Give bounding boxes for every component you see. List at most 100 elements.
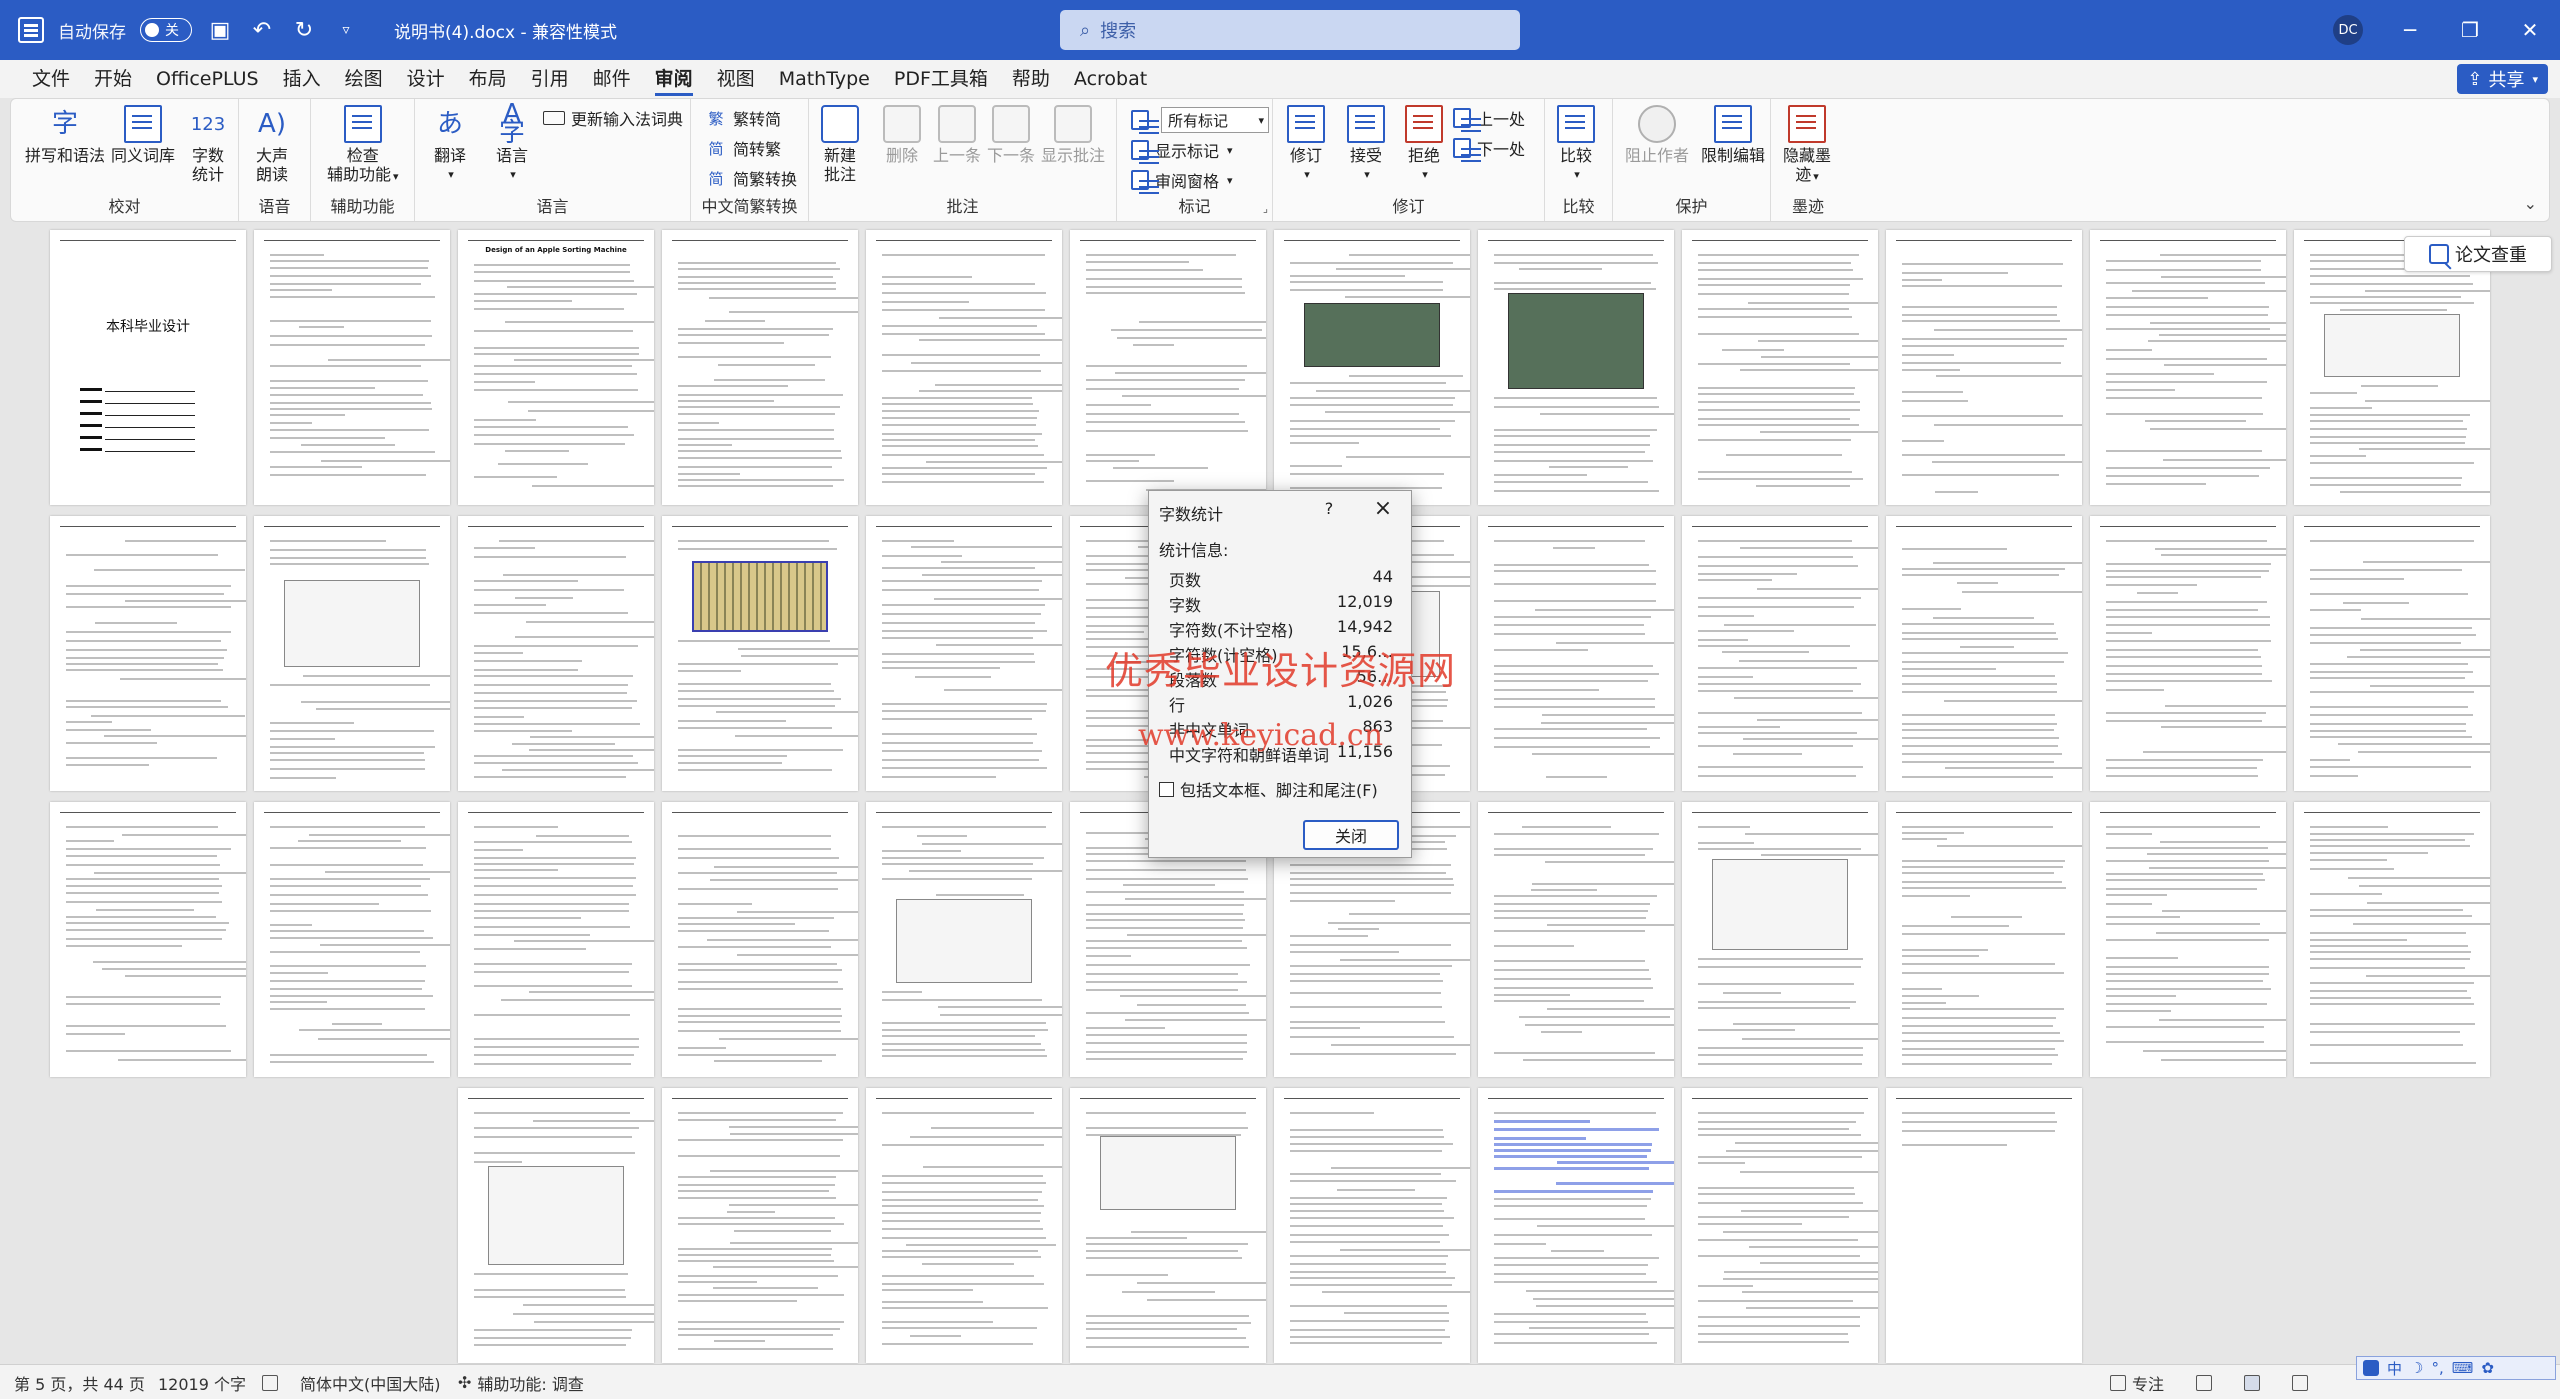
tab-review[interactable]: 审阅: [643, 60, 705, 98]
ime-skin-icon[interactable]: ✿: [2481, 1359, 2494, 1377]
translate-button[interactable]: あ 翻译 ▾: [431, 105, 469, 184]
restrict-editing-button[interactable]: 限制编辑: [1701, 105, 1765, 165]
page-thumbnail[interactable]: [2294, 516, 2490, 791]
share-button[interactable]: ⇪ 共享 ▾: [2457, 64, 2548, 94]
page-thumbnail[interactable]: [50, 516, 246, 791]
next-comment-button[interactable]: 下一条: [987, 105, 1035, 165]
show-comments-button[interactable]: 显示批注: [1041, 105, 1105, 165]
compare-button[interactable]: 比较 ▾: [1557, 105, 1595, 184]
ime-moon-icon[interactable]: ☽: [2410, 1359, 2423, 1377]
page-thumbnail[interactable]: [1682, 230, 1878, 505]
previous-comment-button[interactable]: 上一条: [933, 105, 981, 165]
reject-button[interactable]: 拒绝 ▾: [1405, 105, 1443, 184]
page-thumbnail[interactable]: [1478, 1088, 1674, 1363]
close-dialog-button[interactable]: 关闭: [1303, 820, 1399, 850]
page-thumbnail[interactable]: [1682, 802, 1878, 1077]
proofing-status-icon[interactable]: [262, 1365, 278, 1399]
page-thumbnail[interactable]: [1886, 1088, 2082, 1363]
ribbon-collapse-icon[interactable]: ⌄: [2524, 194, 2537, 213]
language-indicator[interactable]: 简体中文(中国大陆): [300, 1365, 441, 1399]
focus-mode-button[interactable]: 专注: [2110, 1365, 2164, 1399]
page-thumbnail[interactable]: [866, 1088, 1062, 1363]
convert-chinese-button[interactable]: 简 简繁转换: [705, 165, 797, 191]
page-thumbnail[interactable]: [1478, 516, 1674, 791]
markup-select[interactable]: 所有标记 ▾: [1161, 107, 1269, 133]
tab-mailings[interactable]: 邮件: [581, 60, 643, 98]
accept-button[interactable]: 接受 ▾: [1347, 105, 1385, 184]
page-thumbnail[interactable]: [458, 802, 654, 1077]
plagiarism-check-button[interactable]: 论文查重: [2404, 236, 2552, 272]
next-change-button[interactable]: 下一处: [1453, 135, 1525, 161]
tab-pdf-toolbox[interactable]: PDF工具箱: [882, 60, 1000, 98]
accessibility-indicator[interactable]: ✣ 辅助功能: 调查: [458, 1365, 584, 1399]
close-icon[interactable]: ×: [1371, 496, 1395, 521]
page-thumbnail[interactable]: [1682, 516, 1878, 791]
to-simplified-button[interactable]: 繁 繁转简: [705, 105, 781, 131]
page-thumbnail[interactable]: [662, 230, 858, 505]
update-ime-dictionary-button[interactable]: 更新输入法词典: [543, 105, 683, 131]
tab-references[interactable]: 引用: [519, 60, 581, 98]
page-thumbnail[interactable]: [662, 516, 858, 791]
page-thumbnail[interactable]: [2294, 802, 2490, 1077]
ime-punct-icon[interactable]: °,: [2431, 1359, 2443, 1377]
page-thumbnail[interactable]: [1478, 230, 1674, 505]
save-icon[interactable]: ▣: [206, 16, 234, 44]
quick-access-dropdown-icon[interactable]: ▿: [332, 16, 360, 44]
help-icon[interactable]: ?: [1319, 499, 1339, 518]
undo-icon[interactable]: ↶: [248, 16, 276, 44]
tab-mathtype[interactable]: MathType: [767, 60, 882, 98]
language-button[interactable]: A字 语言 ▾: [493, 101, 531, 184]
read-aloud-button[interactable]: A) 大声 朗读: [253, 105, 291, 185]
tab-acrobat[interactable]: Acrobat: [1062, 60, 1159, 98]
check-accessibility-button[interactable]: 检查 辅助功能 ▾: [327, 105, 399, 186]
word-count-button[interactable]: 123 字数 统计: [189, 105, 227, 185]
tab-view[interactable]: 视图: [705, 60, 767, 98]
tab-layout[interactable]: 布局: [457, 60, 519, 98]
page-thumbnail[interactable]: [2090, 802, 2286, 1077]
thesaurus-button[interactable]: 同义词库: [111, 105, 175, 165]
redo-icon[interactable]: ↻: [290, 16, 318, 44]
page-thumbnail[interactable]: [1274, 1088, 1470, 1363]
page-thumbnail[interactable]: [866, 516, 1062, 791]
page-thumbnail[interactable]: [1070, 230, 1266, 505]
ime-toolbar[interactable]: 中 ☽ °, ⌨ ✿: [2356, 1356, 2556, 1380]
user-avatar[interactable]: DC: [2333, 15, 2363, 45]
include-textboxes-checkbox[interactable]: 包括文本框、脚注和尾注(F): [1159, 777, 1378, 801]
page-thumbnail[interactable]: [1682, 1088, 1878, 1363]
page-thumbnail[interactable]: [1478, 802, 1674, 1077]
tracking-dialog-launcher-icon[interactable]: ⌟: [1263, 202, 1268, 215]
page-thumbnail[interactable]: [458, 516, 654, 791]
tab-design[interactable]: 设计: [395, 60, 457, 98]
show-markup-button[interactable]: 显示标记 ▾: [1131, 137, 1233, 163]
page-thumbnail[interactable]: [458, 1088, 654, 1363]
tab-help[interactable]: 帮助: [1000, 60, 1062, 98]
page-thumbnail[interactable]: [662, 1088, 858, 1363]
tab-home[interactable]: 开始: [82, 60, 144, 98]
page-thumbnail[interactable]: [866, 802, 1062, 1077]
minimize-icon[interactable]: ─: [2380, 0, 2440, 60]
page-thumbnail[interactable]: 本科毕业设计: [50, 230, 246, 505]
tab-officeplus[interactable]: OfficePLUS: [144, 60, 271, 98]
review-pane-button[interactable]: 审阅窗格 ▾: [1131, 167, 1233, 193]
page-thumbnail[interactable]: [2090, 516, 2286, 791]
hide-ink-button[interactable]: 隐藏墨 迹 ▾: [1783, 105, 1831, 186]
autosave-toggle[interactable]: 关: [140, 18, 192, 42]
print-layout-icon[interactable]: [2244, 1365, 2260, 1399]
page-thumbnail[interactable]: [50, 802, 246, 1077]
page-thumbnail[interactable]: [254, 802, 450, 1077]
read-mode-icon[interactable]: [2196, 1365, 2212, 1399]
web-layout-icon[interactable]: [2292, 1365, 2308, 1399]
word-count-indicator[interactable]: 12019 个字: [158, 1365, 246, 1399]
delete-comment-button[interactable]: 删除: [883, 105, 921, 165]
page-thumbnail[interactable]: [1886, 802, 2082, 1077]
page-thumbnail[interactable]: [662, 802, 858, 1077]
search-input[interactable]: ⌕ 搜索: [1060, 10, 1520, 50]
ime-keyboard-icon[interactable]: ⌨: [2452, 1359, 2474, 1377]
page-thumbnail[interactable]: [1070, 1088, 1266, 1363]
page-thumbnail[interactable]: [2090, 230, 2286, 505]
new-comment-button[interactable]: 新建 批注: [821, 105, 859, 184]
page-thumbnail[interactable]: [866, 230, 1062, 505]
page-thumbnail[interactable]: [254, 516, 450, 791]
page-indicator[interactable]: 第 5 页，共 44 页: [14, 1365, 145, 1399]
track-changes-button[interactable]: 修订 ▾: [1287, 105, 1325, 184]
